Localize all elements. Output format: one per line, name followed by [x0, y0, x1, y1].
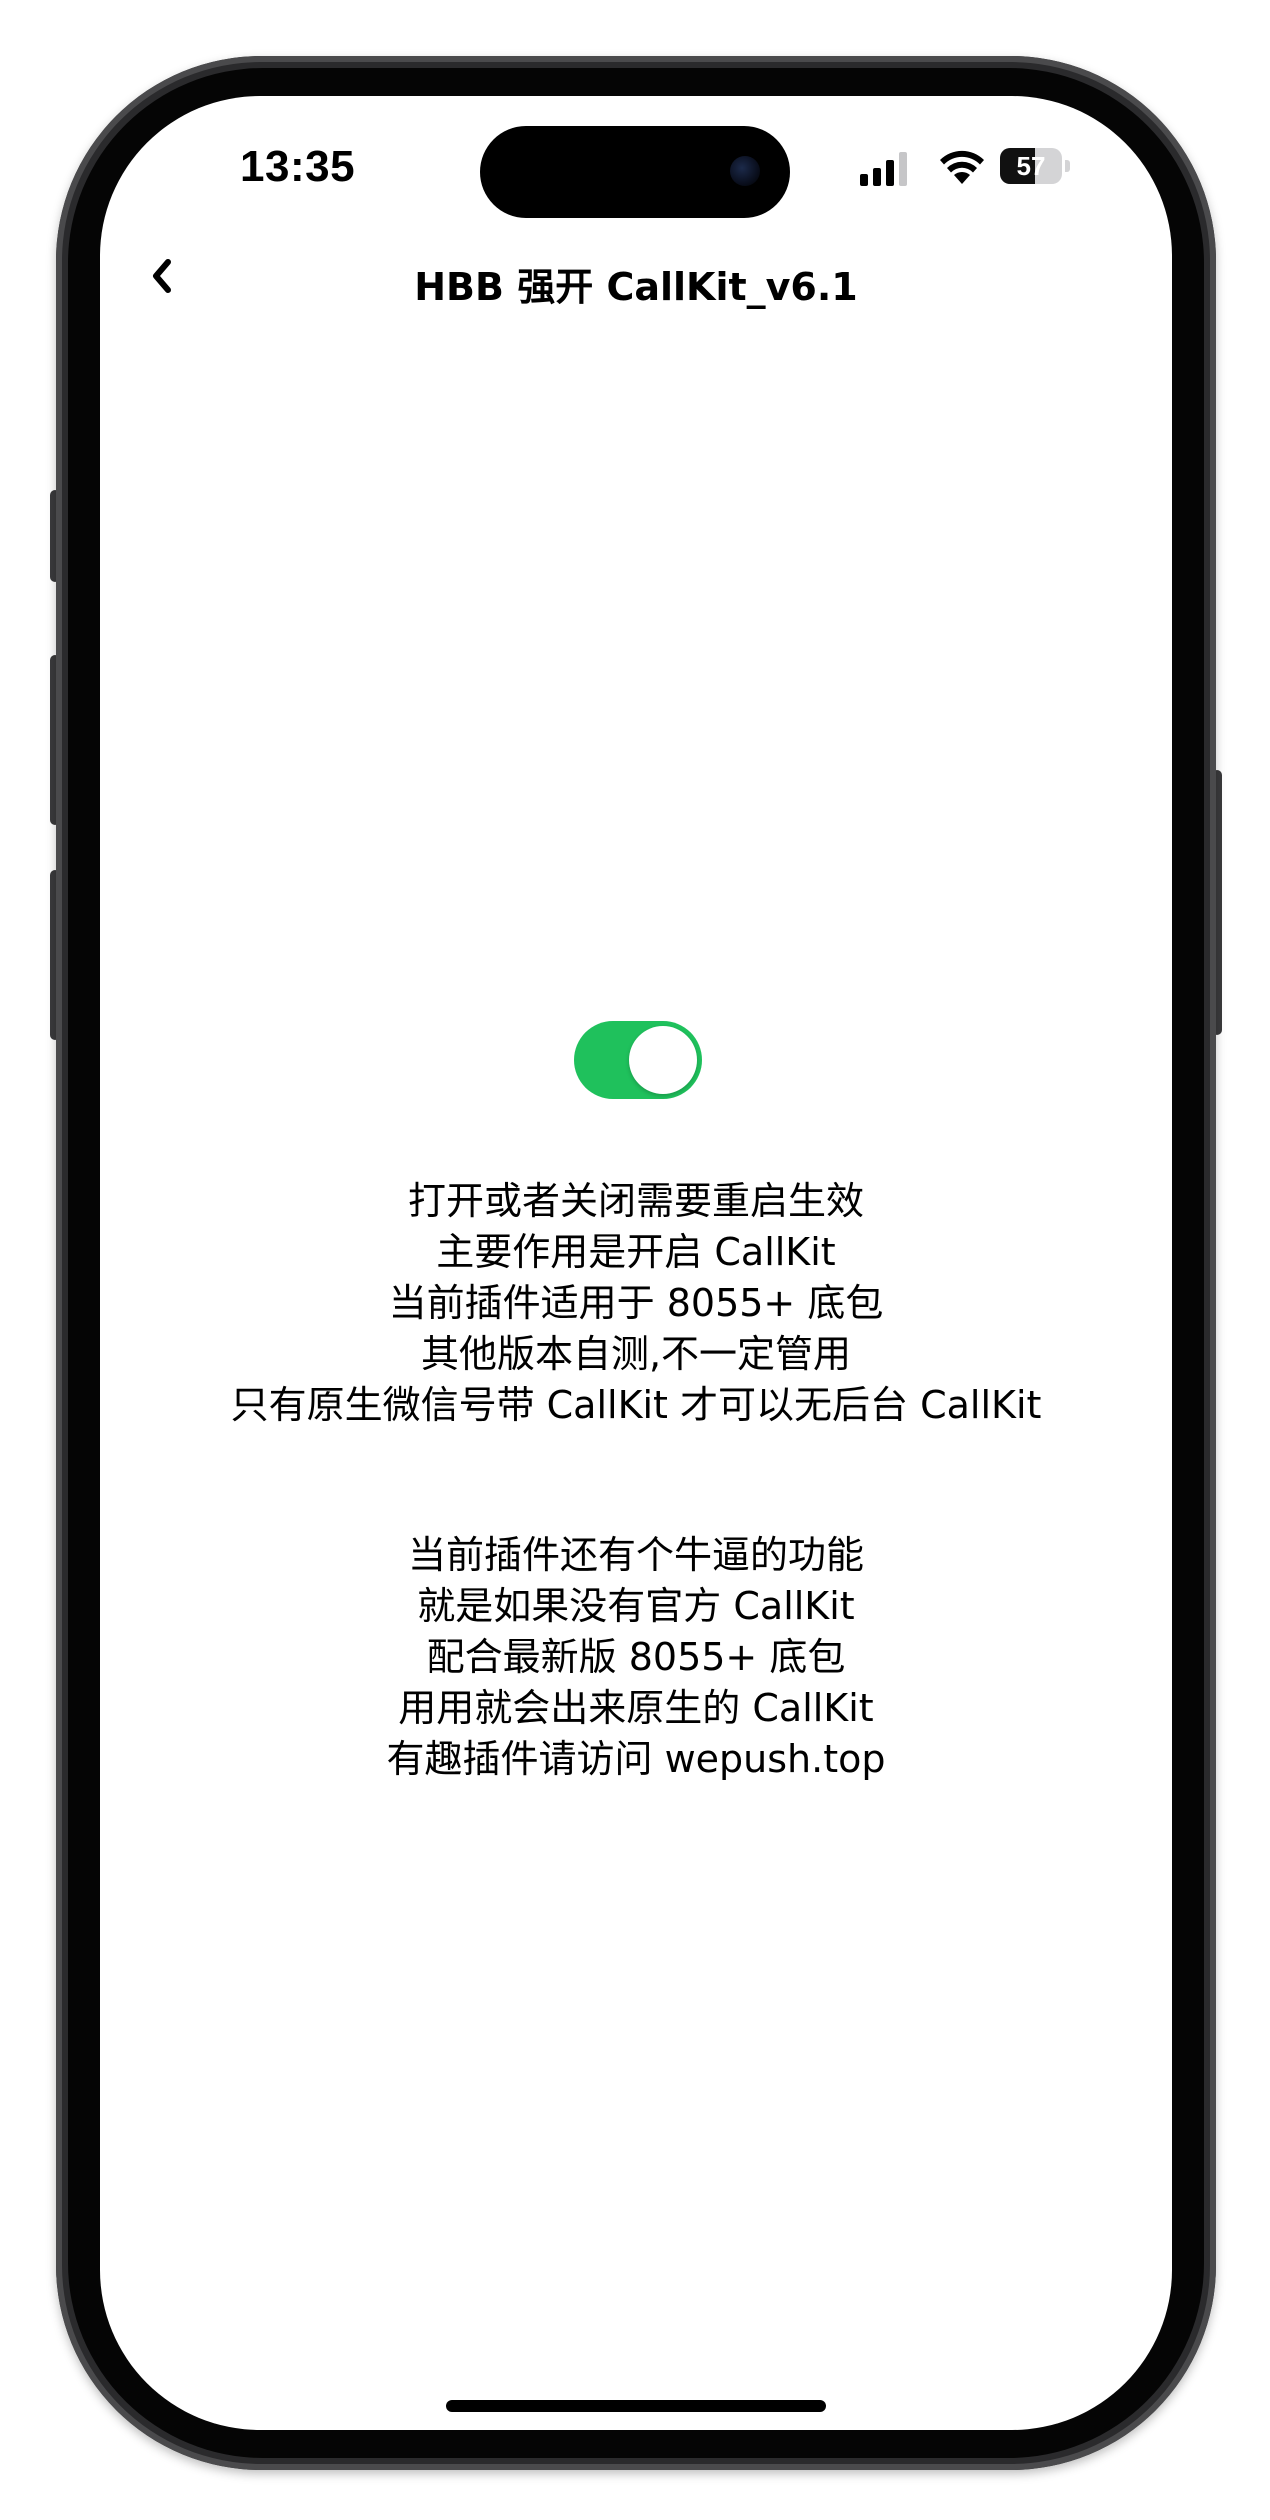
battery-body: 57 — [1000, 148, 1062, 184]
info-line: 当前插件适用于 8055+ 底包 — [388, 1281, 884, 1325]
info-line: 其他版本自测,不一定管用 — [420, 1332, 852, 1376]
signal-bar — [860, 174, 868, 186]
info-line: 当前插件还有个牛逼的功能 — [407, 1533, 864, 1577]
info-line: 就是如果没有官方 CallKit — [417, 1584, 855, 1628]
info-line: 用用就会出来原生的 CallKit — [398, 1686, 874, 1730]
status-time: 13:35 — [240, 142, 356, 191]
callkit-toggle[interactable] — [574, 1021, 702, 1099]
front-camera-icon — [730, 156, 760, 186]
info-line: 打开或者关闭需要重启生效 — [407, 1179, 864, 1223]
phone-mockup: 13:35 57 HBB 强开 CallKit_v6.1 打开或者关闭需要重启生… — [0, 0, 1270, 2520]
cellular-signal-icon — [860, 152, 918, 186]
page-title: HBB 强开 CallKit_v6.1 — [414, 265, 858, 309]
info-line: 只有原生微信号带 CallKit 才可以无后台 CallKit — [230, 1383, 1042, 1427]
home-indicator[interactable] — [446, 2400, 826, 2412]
dynamic-island — [480, 126, 790, 218]
signal-bar — [873, 168, 881, 186]
info-line: 有趣插件请访问 wepush.top — [386, 1737, 886, 1781]
info-text-group-1: 打开或者关闭需要重启生效 主要作用是开启 CallKit 当前插件适用于 805… — [100, 1176, 1172, 1431]
toggle-knob — [629, 1026, 697, 1094]
signal-bar — [899, 152, 907, 186]
battery-level: 57 — [1016, 151, 1046, 181]
info-text-group-2: 当前插件还有个牛逼的功能 就是如果没有官方 CallKit 配合最新版 8055… — [100, 1530, 1172, 1785]
screen: 13:35 57 HBB 强开 CallKit_v6.1 打开或者关闭需要重启生… — [100, 96, 1172, 2430]
battery-cap — [1065, 160, 1070, 172]
info-line: 主要作用是开启 CallKit — [436, 1230, 836, 1274]
battery-icon: 57 — [1000, 148, 1072, 184]
wifi-icon — [940, 150, 984, 184]
signal-bar — [886, 160, 894, 186]
info-line: 配合最新版 8055+ 底包 — [426, 1635, 846, 1679]
